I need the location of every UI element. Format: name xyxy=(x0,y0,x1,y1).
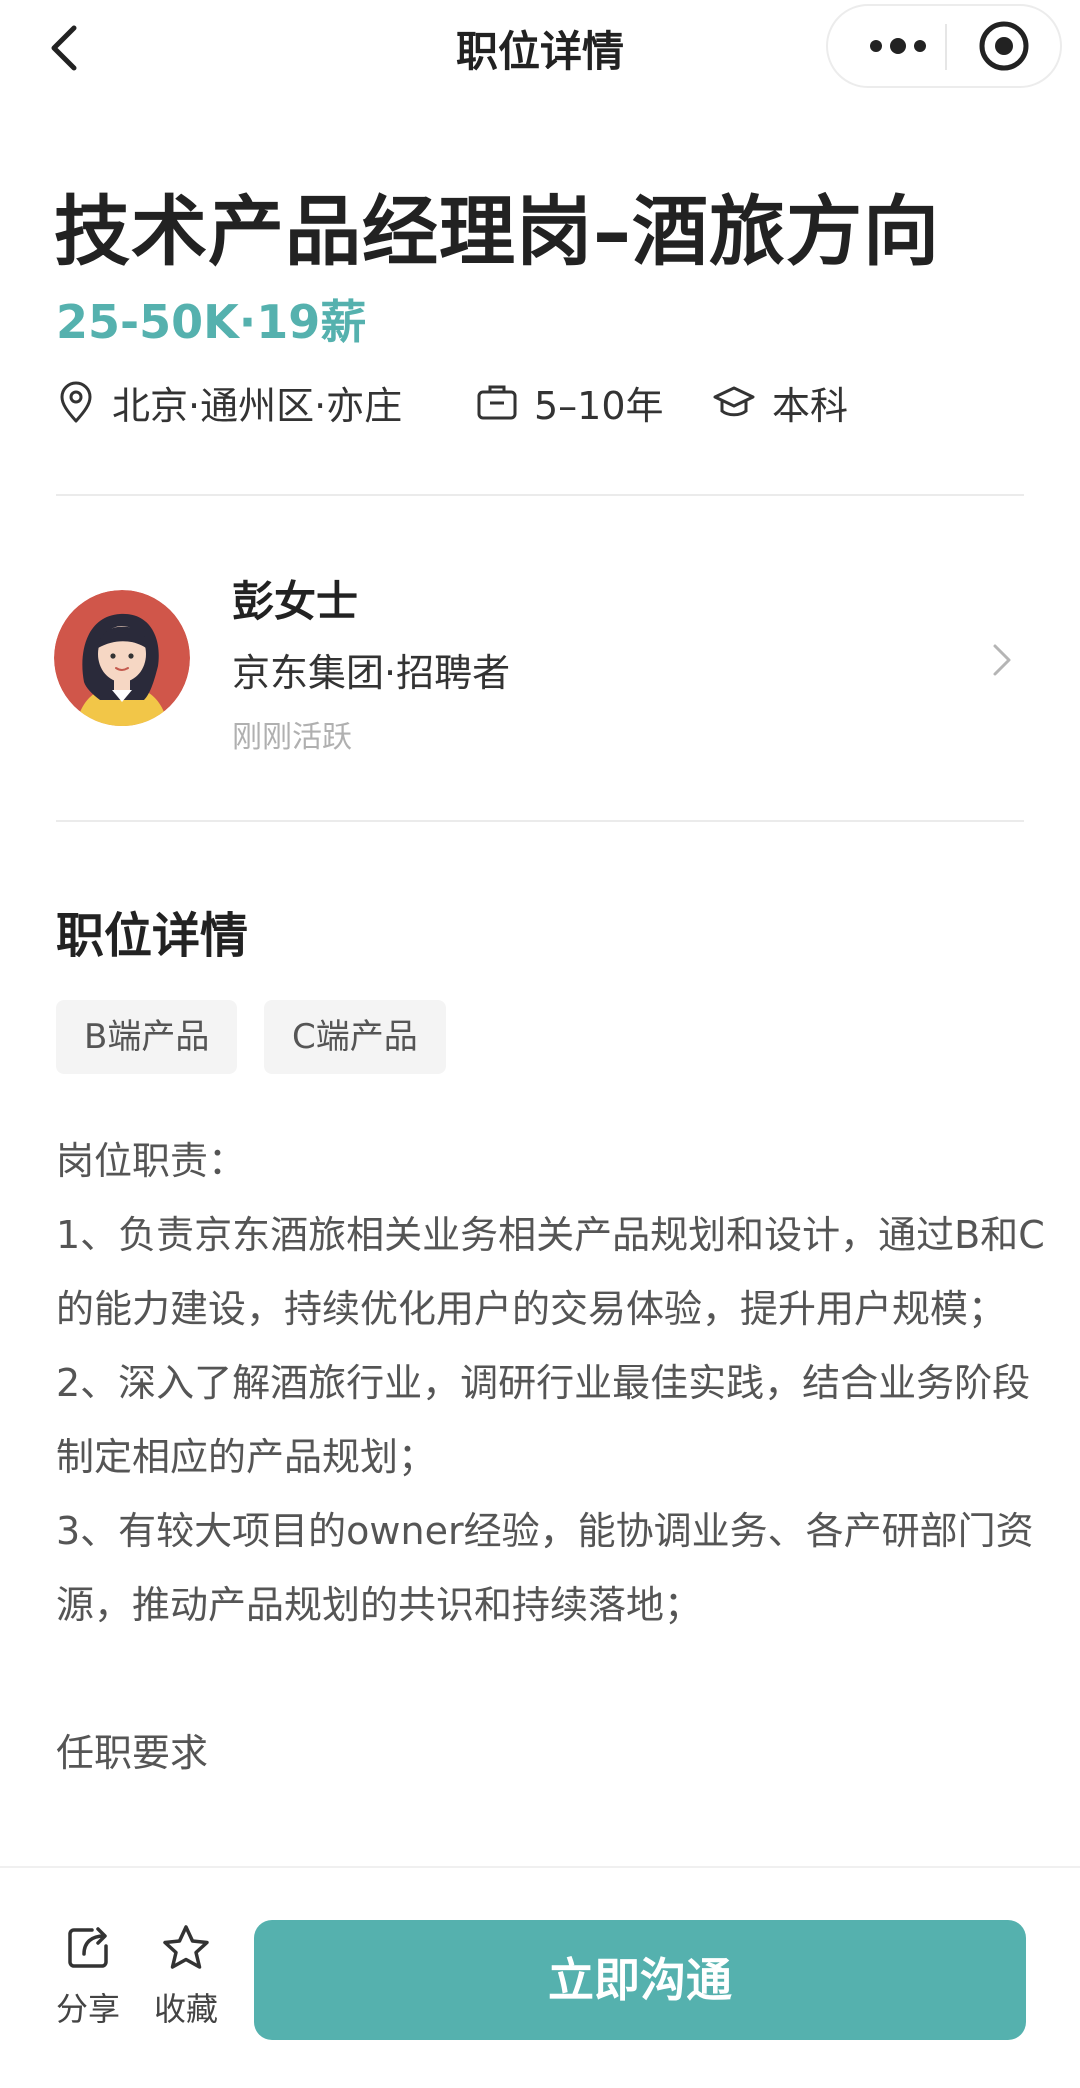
recruiter-name: 彭女士 xyxy=(232,577,359,626)
chat-now-button[interactable]: 立即沟通 xyxy=(254,1920,1026,2040)
share-button[interactable]: 分享 xyxy=(38,1922,138,2030)
star-icon xyxy=(163,1925,209,1969)
education-text: 本科 xyxy=(772,383,849,428)
education-info: 本科 xyxy=(712,372,848,432)
skill-tag: C端产品 xyxy=(264,1000,446,1074)
recruiter-card[interactable] xyxy=(40,560,1040,760)
bottom-action-bar: 分享 收藏 立即沟通 xyxy=(0,1866,1080,2088)
share-icon xyxy=(68,1927,108,1968)
divider xyxy=(56,820,1024,822)
location-text: 北京·通州区·亦庄 xyxy=(112,383,403,428)
description-line: 1、负责京东酒旅相关业务相关产品规划和设计，通过B和C的能力建设，持续优化用户的… xyxy=(56,1213,1045,1331)
graduation-cap-icon xyxy=(713,386,755,417)
favorite-button[interactable]: 收藏 xyxy=(136,1922,236,2030)
description-line: 任职要求 xyxy=(56,1731,209,1775)
salary: 25-50K·19薪 xyxy=(56,295,367,349)
section-title: 职位详情 xyxy=(56,908,249,964)
description-line xyxy=(56,1642,1046,1716)
navigation-bar: 职位详情 xyxy=(0,0,1080,92)
share-label: 分享 xyxy=(55,1990,120,2028)
description-line: 2、深入了解酒旅行业，调研行业最佳实践，结合业务阶段制定相应的产品规划； xyxy=(56,1361,1031,1479)
target-circle-icon[interactable] xyxy=(968,18,1040,74)
experience-info: 5–10年 xyxy=(476,372,664,432)
location-info: 北京·通州区·亦庄 xyxy=(56,372,402,432)
more-dots-icon[interactable] xyxy=(850,18,946,74)
skill-tag: B端产品 xyxy=(56,1000,238,1074)
description-line: 岗位职责： xyxy=(56,1139,247,1183)
briefcase-icon xyxy=(477,385,517,420)
location-pin-icon xyxy=(60,381,92,423)
capsule-divider xyxy=(945,24,947,70)
experience-text: 5–10年 xyxy=(534,383,664,428)
description-line: 3、有较大项目的owner经验，能协调业务、各产研部门资源，推动产品规划的共识和… xyxy=(56,1509,1034,1627)
mini-program-capsule xyxy=(826,4,1062,88)
favorite-label: 收藏 xyxy=(153,1990,218,2028)
divider xyxy=(56,494,1024,496)
recruiter-company: 京东集团·招聘者 xyxy=(232,651,511,695)
chevron-right-icon xyxy=(993,644,1011,676)
avatar xyxy=(54,590,190,726)
job-description: 岗位职责： 1、负责京东酒旅相关业务相关产品规划和设计，通过B和C的能力建设，持… xyxy=(56,1124,1046,1790)
recruiter-active-status: 刚刚活跃 xyxy=(232,720,352,755)
job-title: 技术产品经理岗–酒旅方向 xyxy=(54,187,940,276)
